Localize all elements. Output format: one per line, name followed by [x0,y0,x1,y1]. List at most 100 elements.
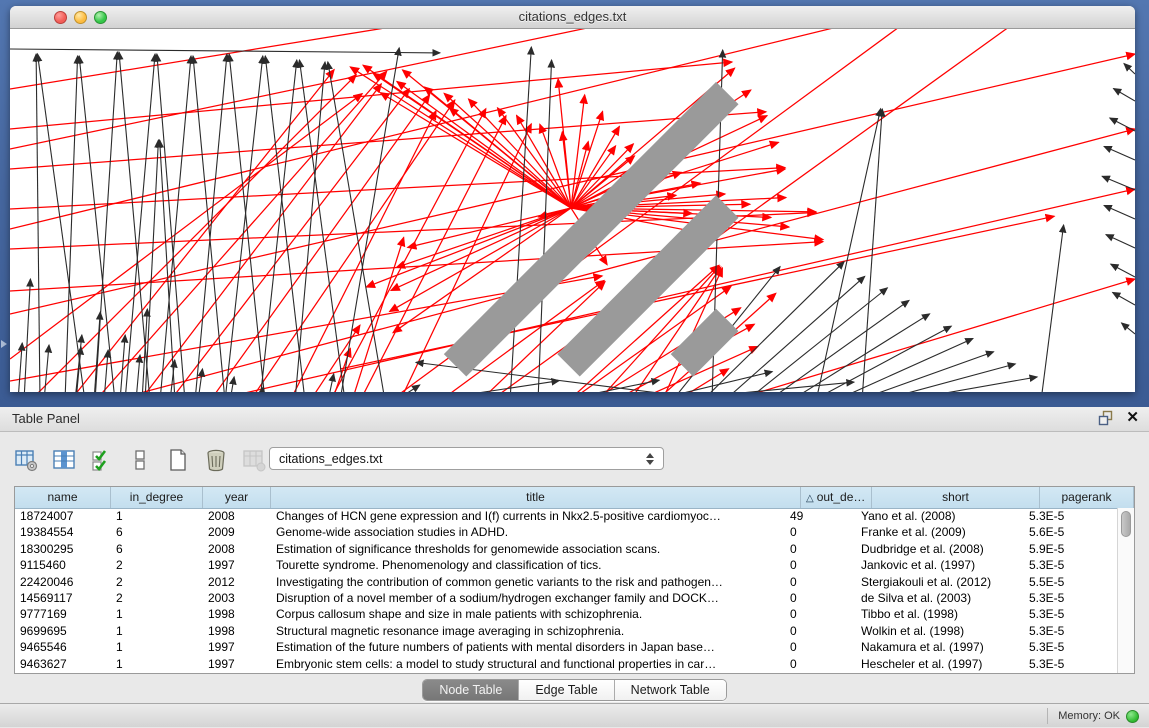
table-cell: 1 [111,656,203,672]
column-header-year[interactable]: year [203,487,271,508]
table-cell: 0 [785,541,856,557]
table-header-row: namein_degreeyeartitle△out_de…shortpager… [15,487,1134,509]
column-header-short[interactable]: short [872,487,1040,508]
table-cell: 0 [785,590,856,606]
table-cell: Changes of HCN gene expression and I(f) … [271,508,785,524]
table-row[interactable]: 911546021997Tourette syndrome. Phenomeno… [15,557,1118,573]
status-bar: Memory: OK [0,703,1149,727]
table-cell: Hescheler et al. (1997) [856,656,1024,672]
table-cell: Corpus callosum shape and size in male p… [271,606,785,622]
table-cell: Estimation of the future numbers of pati… [271,639,785,655]
table-cell: 5.6E-5 [1024,524,1118,540]
close-panel-icon[interactable]: ✕ [1126,410,1139,426]
table-cell: Franke et al. (2009) [856,524,1024,540]
table-settings-icon[interactable] [14,448,38,472]
table-cell: 2 [111,574,203,590]
table-toolbar: f(x) [14,445,304,475]
float-panel-icon[interactable] [1098,410,1114,426]
table-cell: 14569117 [15,590,111,606]
delete-entries-icon[interactable] [204,448,228,472]
table-cell: 5.3E-5 [1024,508,1118,524]
table-row[interactable]: 1872400712008Changes of HCN gene express… [15,508,1118,524]
sort-ascending-icon: △ [806,493,814,504]
table-cell: 0 [785,557,856,573]
column-header-name[interactable]: name [15,487,111,508]
table-cell: 9115460 [15,557,111,573]
show-column-icon[interactable] [52,448,76,472]
panel-collapse-arrow[interactable] [1,340,7,348]
column-header-title[interactable]: title [271,487,801,508]
table-cell: Stergiakouli et al. (2012) [856,574,1024,590]
table-row[interactable]: 1938455462009Genome-wide association stu… [15,524,1118,540]
table-row[interactable]: 2242004622012Investigating the contribut… [15,574,1118,590]
tab-network-table[interactable]: Network Table [615,680,726,700]
table-cell: 9777169 [15,606,111,622]
table-cell: 22420046 [15,574,111,590]
table-body: 1872400712008Changes of HCN gene express… [15,508,1118,673]
table-row[interactable]: 946554611997Estimation of the future num… [15,639,1118,655]
table-panel-title: Table Panel [12,411,80,426]
memory-status-indicator[interactable] [1126,710,1139,723]
table-row[interactable]: 977716911998Corpus callosum shape and si… [15,606,1118,622]
scrollbar-thumb[interactable] [1121,511,1131,537]
table-cell: 1997 [203,656,271,672]
select-columns-icon[interactable] [90,448,114,472]
table-cell: 5.9E-5 [1024,541,1118,557]
table-cell: Jankovic et al. (1997) [856,557,1024,573]
table-cell: Yano et al. (2008) [856,508,1024,524]
table-cell: Nakamura et al. (1997) [856,639,1024,655]
table-cell: 49 [785,508,856,524]
memory-status-label: Memory: OK [1058,710,1120,722]
delete-table-icon [242,448,266,472]
network-canvas[interactable] [10,29,1135,392]
application-desktop: citations_edges.txt [0,0,1149,407]
network-view-window[interactable]: citations_edges.txt [10,6,1135,392]
table-cell: 0 [785,606,856,622]
table-row[interactable]: 1456911722003Disruption of a novel membe… [15,590,1118,606]
new-table-icon[interactable] [166,448,190,472]
node-table: namein_degreeyeartitle△out_de…shortpager… [14,486,1135,674]
table-cell: 1998 [203,623,271,639]
table-cell: 0 [785,623,856,639]
table-cell: 2008 [203,508,271,524]
tab-edge-table[interactable]: Edge Table [519,680,614,700]
table-cell: Investigating the contribution of common… [271,574,785,590]
table-cell: Dudbridge et al. (2008) [856,541,1024,557]
table-cell: 9463627 [15,656,111,672]
table-cell: 6 [111,541,203,557]
table-cell: 5.3E-5 [1024,606,1118,622]
table-cell: Estimation of significance thresholds fo… [271,541,785,557]
table-cell: 0 [785,639,856,655]
table-cell: 2008 [203,541,271,557]
table-cell: 0 [785,574,856,590]
table-row[interactable]: 969969511998Structural magnetic resonanc… [15,623,1118,639]
table-cell: Tourette syndrome. Phenomenology and cla… [271,557,785,573]
toggle-rows-icon[interactable] [128,448,152,472]
table-cell: 1 [111,639,203,655]
statusbar-separator [1047,708,1048,724]
table-cell: 0 [785,524,856,540]
tab-node-table[interactable]: Node Table [423,680,519,700]
dropdown-arrows-icon [641,453,663,465]
network-window-title: citations_edges.txt [10,9,1135,24]
column-header-out_de[interactable]: △out_de… [801,487,872,508]
table-selector-dropdown[interactable]: citations_edges.txt [269,447,664,470]
column-header-pagerank[interactable]: pagerank [1040,487,1134,508]
table-cell: 5.3E-5 [1024,590,1118,606]
table-vertical-scrollbar[interactable] [1117,508,1134,673]
column-header-in_degree[interactable]: in_degree [111,487,203,508]
table-cell: Genome-wide association studies in ADHD. [271,524,785,540]
table-cell: 2012 [203,574,271,590]
table-selector-value: citations_edges.txt [270,452,641,466]
table-cell: Disruption of a novel member of a sodium… [271,590,785,606]
window-resize-grip[interactable] [10,29,1131,388]
table-cell: Structural magnetic resonance image aver… [271,623,785,639]
table-row[interactable]: 946362711997Embryonic stem cells: a mode… [15,656,1118,672]
table-type-tabs: Node TableEdge TableNetwork Table [0,679,1149,701]
network-window-titlebar[interactable]: citations_edges.txt [10,6,1135,29]
table-cell: 1998 [203,606,271,622]
table-cell: 5.3E-5 [1024,639,1118,655]
table-row[interactable]: 1830029562008Estimation of significance … [15,541,1118,557]
table-cell: 0 [785,656,856,672]
table-cell: 9465546 [15,639,111,655]
